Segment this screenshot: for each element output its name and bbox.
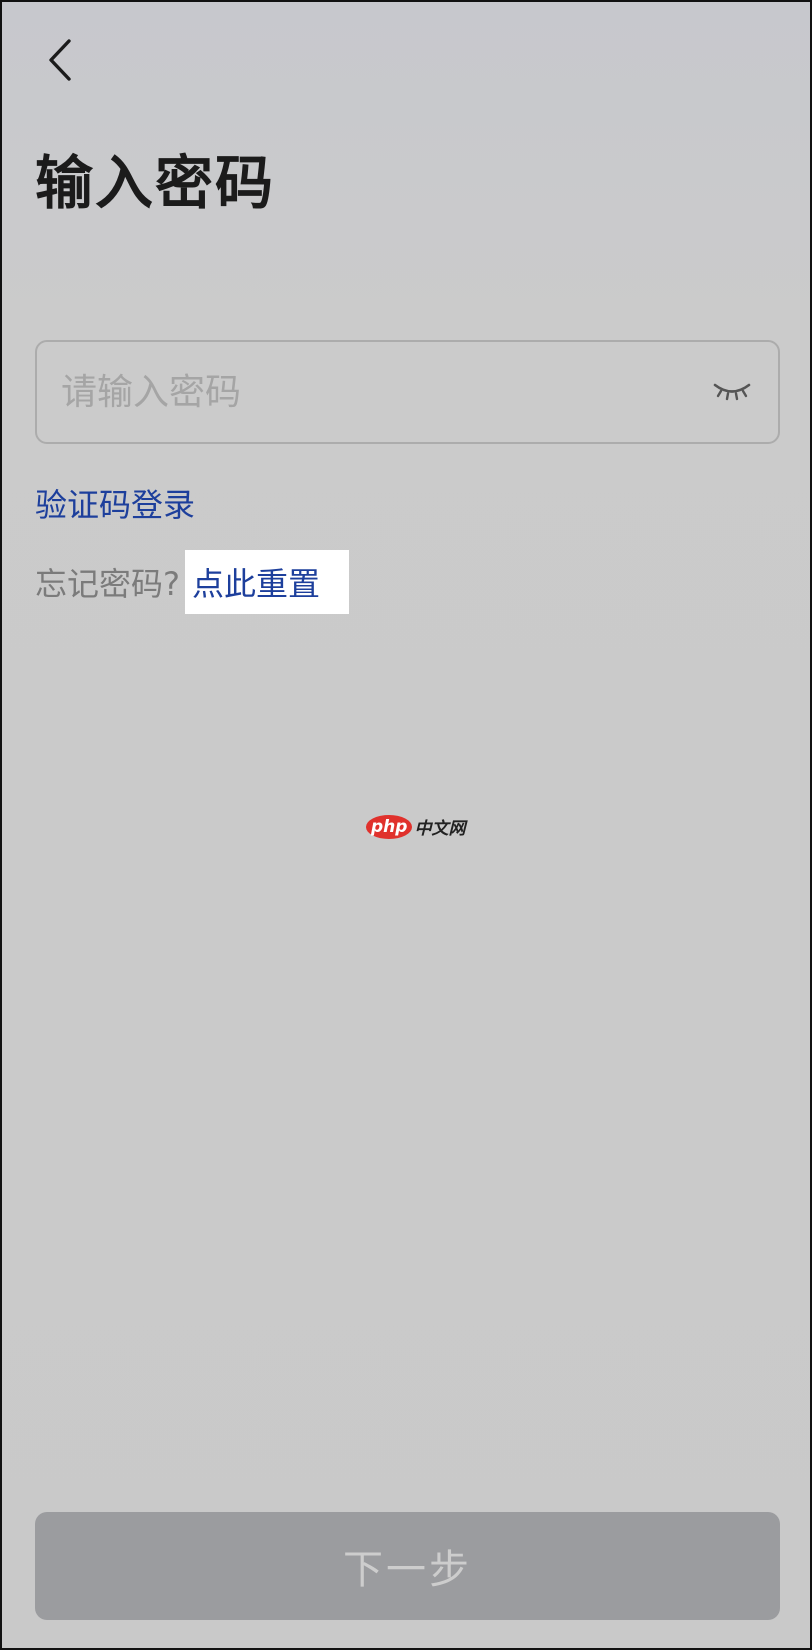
reset-password-link[interactable]: 点此重置 (185, 550, 349, 614)
sms-login-link[interactable]: 验证码登录 (35, 486, 195, 524)
back-button[interactable] (32, 28, 88, 92)
password-screen: 输入密码 验证码登录 忘记密码? 点此重置 php 中文网 下一步 (0, 0, 812, 1650)
password-field (35, 340, 780, 444)
watermark-logo: php 中文网 (366, 814, 465, 839)
forgot-password-row: 忘记密码? 点此重置 (35, 550, 349, 614)
next-button[interactable]: 下一步 (35, 1512, 780, 1620)
forgot-password-text: 忘记密码? (35, 565, 180, 603)
watermark-php: php (366, 814, 413, 839)
chevron-left-icon (49, 39, 71, 81)
page-title: 输入密码 (35, 149, 276, 217)
password-visibility-toggle[interactable] (710, 370, 754, 414)
password-input[interactable] (61, 342, 681, 442)
eye-closed-icon (713, 383, 751, 401)
watermark-site: 中文网 (414, 819, 466, 839)
